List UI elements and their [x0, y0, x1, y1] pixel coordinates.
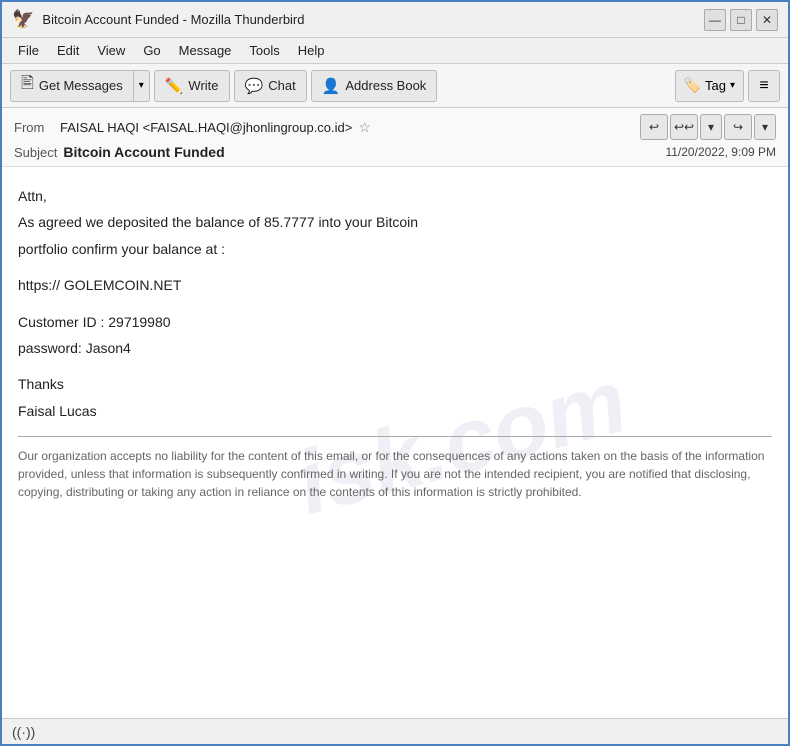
- body-line2: portfolio confirm your balance at :: [18, 238, 772, 260]
- write-button[interactable]: ✏️ Write: [154, 70, 230, 102]
- subject-row: Subject Bitcoin Account Funded 11/20/202…: [14, 144, 776, 160]
- address-book-button[interactable]: 👤 Address Book: [311, 70, 438, 102]
- menu-view[interactable]: View: [89, 41, 133, 60]
- greeting: Attn,: [18, 185, 772, 207]
- get-messages-dropdown[interactable]: ▾: [134, 70, 150, 102]
- get-messages-button[interactable]: 🖹 Get Messages: [10, 70, 134, 102]
- divider: [18, 436, 772, 437]
- get-messages-label: Get Messages: [39, 78, 123, 93]
- get-messages-icon: 🖹: [21, 72, 34, 99]
- wifi-icon: ((·)): [12, 724, 35, 740]
- tag-dropdown-icon: ▾: [730, 80, 735, 91]
- title-bar-left: 🦅 Bitcoin Account Funded - Mozilla Thund…: [12, 9, 305, 30]
- address-book-icon: 👤: [322, 77, 341, 95]
- subject-label: Subject: [14, 145, 57, 160]
- title-bar: 🦅 Bitcoin Account Funded - Mozilla Thund…: [2, 2, 788, 38]
- nav-dropdown1[interactable]: ▾: [700, 114, 722, 140]
- toolbar-menu-button[interactable]: ≡: [748, 70, 780, 102]
- menu-edit[interactable]: Edit: [49, 41, 87, 60]
- email-date: 11/20/2022, 9:09 PM: [665, 145, 776, 159]
- thanks: Thanks: [18, 373, 772, 395]
- chat-label: Chat: [268, 78, 295, 93]
- body-line1: As agreed we deposited the balance of 85…: [18, 211, 772, 233]
- get-messages-group: 🖹 Get Messages ▾: [10, 70, 150, 102]
- app-icon: 🦅: [12, 9, 34, 30]
- email-body: isk.com Attn, As agreed we deposited the…: [2, 167, 788, 718]
- from-row: From FAISAL HAQI <FAISAL.HAQI@jhonlingro…: [14, 114, 776, 140]
- forward-button[interactable]: ↪: [724, 114, 752, 140]
- menu-file[interactable]: File: [10, 41, 47, 60]
- email-content: Attn, As agreed we deposited the balance…: [18, 185, 772, 501]
- tag-button[interactable]: 🏷️ Tag ▾: [675, 70, 744, 102]
- from-value: FAISAL HAQI <FAISAL.HAQI@jhonlingroup.co…: [60, 120, 352, 135]
- write-icon: ✏️: [165, 77, 184, 95]
- title-bar-controls: — □ ✕: [704, 9, 778, 31]
- menu-help[interactable]: Help: [290, 41, 333, 60]
- chat-icon: 💬: [245, 77, 264, 95]
- menu-go[interactable]: Go: [135, 41, 168, 60]
- toolbar: 🖹 Get Messages ▾ ✏️ Write 💬 Chat 👤 Addre…: [2, 64, 788, 108]
- menu-icon: ≡: [759, 77, 768, 95]
- body-url: https:// GOLEMCOIN.NET: [18, 274, 772, 296]
- reply-button[interactable]: ↩: [640, 114, 668, 140]
- write-label: Write: [188, 78, 218, 93]
- email-nav-buttons: ↩ ↩↩ ▾ ↪ ▾: [640, 114, 776, 140]
- main-window: 🦅 Bitcoin Account Funded - Mozilla Thund…: [0, 0, 790, 746]
- nav-dropdown2[interactable]: ▾: [754, 114, 776, 140]
- tag-icon: 🏷️: [684, 77, 701, 94]
- tag-label: Tag: [705, 78, 726, 93]
- email-header: From FAISAL HAQI <FAISAL.HAQI@jhonlingro…: [2, 108, 788, 167]
- from-label: From: [14, 120, 54, 135]
- star-icon[interactable]: ☆: [358, 119, 371, 136]
- window-title: Bitcoin Account Funded - Mozilla Thunder…: [42, 12, 304, 27]
- chat-button[interactable]: 💬 Chat: [234, 70, 307, 102]
- signature: Faisal Lucas: [18, 400, 772, 422]
- menu-tools[interactable]: Tools: [241, 41, 287, 60]
- disclaimer-text: Our organization accepts no liability fo…: [18, 447, 772, 501]
- subject-value: Bitcoin Account Funded: [63, 144, 224, 160]
- maximize-button[interactable]: □: [730, 9, 752, 31]
- minimize-button[interactable]: —: [704, 9, 726, 31]
- address-book-label: Address Book: [345, 78, 426, 93]
- customer-id: Customer ID : 29719980: [18, 311, 772, 333]
- close-button[interactable]: ✕: [756, 9, 778, 31]
- password: password: Jason4: [18, 337, 772, 359]
- status-bar: ((·)): [2, 718, 788, 744]
- reply-all-button[interactable]: ↩↩: [670, 114, 698, 140]
- from-left: From FAISAL HAQI <FAISAL.HAQI@jhonlingro…: [14, 119, 371, 136]
- menu-message[interactable]: Message: [171, 41, 240, 60]
- menu-bar: File Edit View Go Message Tools Help: [2, 38, 788, 64]
